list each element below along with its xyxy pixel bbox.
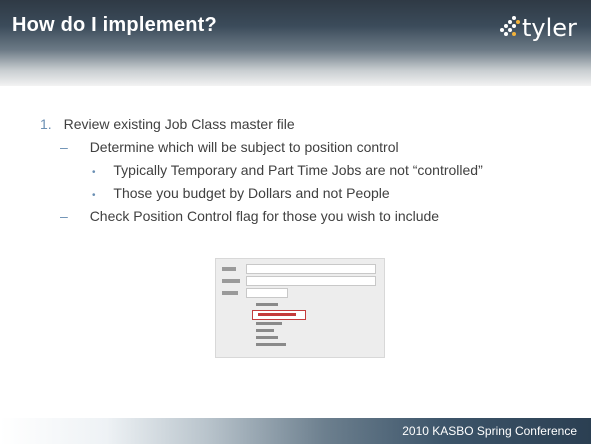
tyler-logo: tyler xyxy=(496,10,582,44)
job-class-screenshot-image xyxy=(215,258,385,358)
slide: How do I implement? tyler 1. Review exis… xyxy=(0,0,591,444)
bullet-1: • Typically Temporary and Part Time Jobs… xyxy=(92,162,483,178)
footer-text: 2010 KASBO Spring Conference xyxy=(402,424,577,438)
sub-item-2: – Check Position Control flag for those … xyxy=(60,208,439,224)
slide-title: How do I implement? xyxy=(12,14,217,36)
bullet-1-text: Typically Temporary and Part Time Jobs a… xyxy=(113,162,483,178)
screenshot-option xyxy=(258,313,296,316)
sub-item-1-text: Determine which will be subject to posit… xyxy=(89,139,399,155)
screenshot-field xyxy=(246,288,288,298)
logo-text: tyler xyxy=(522,14,577,42)
bullet-2: • Those you budget by Dollars and not Pe… xyxy=(92,185,390,201)
screenshot-label xyxy=(222,267,236,271)
bullet-2-glyph: • xyxy=(92,190,96,201)
sub-item-1-dash: – xyxy=(60,139,68,155)
sub-item-1: – Determine which will be subject to pos… xyxy=(60,139,399,155)
screenshot-option xyxy=(256,322,282,325)
bullet-2-text: Those you budget by Dollars and not Peop… xyxy=(113,185,390,201)
sub-item-2-text: Check Position Control flag for those yo… xyxy=(89,208,440,224)
footer-bar: 2010 KASBO Spring Conference xyxy=(0,418,591,444)
header-bar: How do I implement? tyler xyxy=(0,0,591,86)
sub-item-2-dash: – xyxy=(60,208,68,224)
step-1-text: Review existing Job Class master file xyxy=(63,116,295,132)
screenshot-option xyxy=(256,329,274,332)
bullet-1-glyph: • xyxy=(92,167,96,178)
tyler-logo-icon xyxy=(500,16,520,36)
screenshot-option xyxy=(256,343,286,346)
screenshot-option xyxy=(256,303,278,306)
screenshot-option xyxy=(256,336,278,339)
step-1-number: 1. xyxy=(40,116,52,132)
screenshot-field xyxy=(246,276,376,286)
screenshot-field xyxy=(246,264,376,274)
step-1: 1. Review existing Job Class master file xyxy=(40,116,295,132)
screenshot-label xyxy=(222,279,240,283)
screenshot-label xyxy=(222,291,238,295)
